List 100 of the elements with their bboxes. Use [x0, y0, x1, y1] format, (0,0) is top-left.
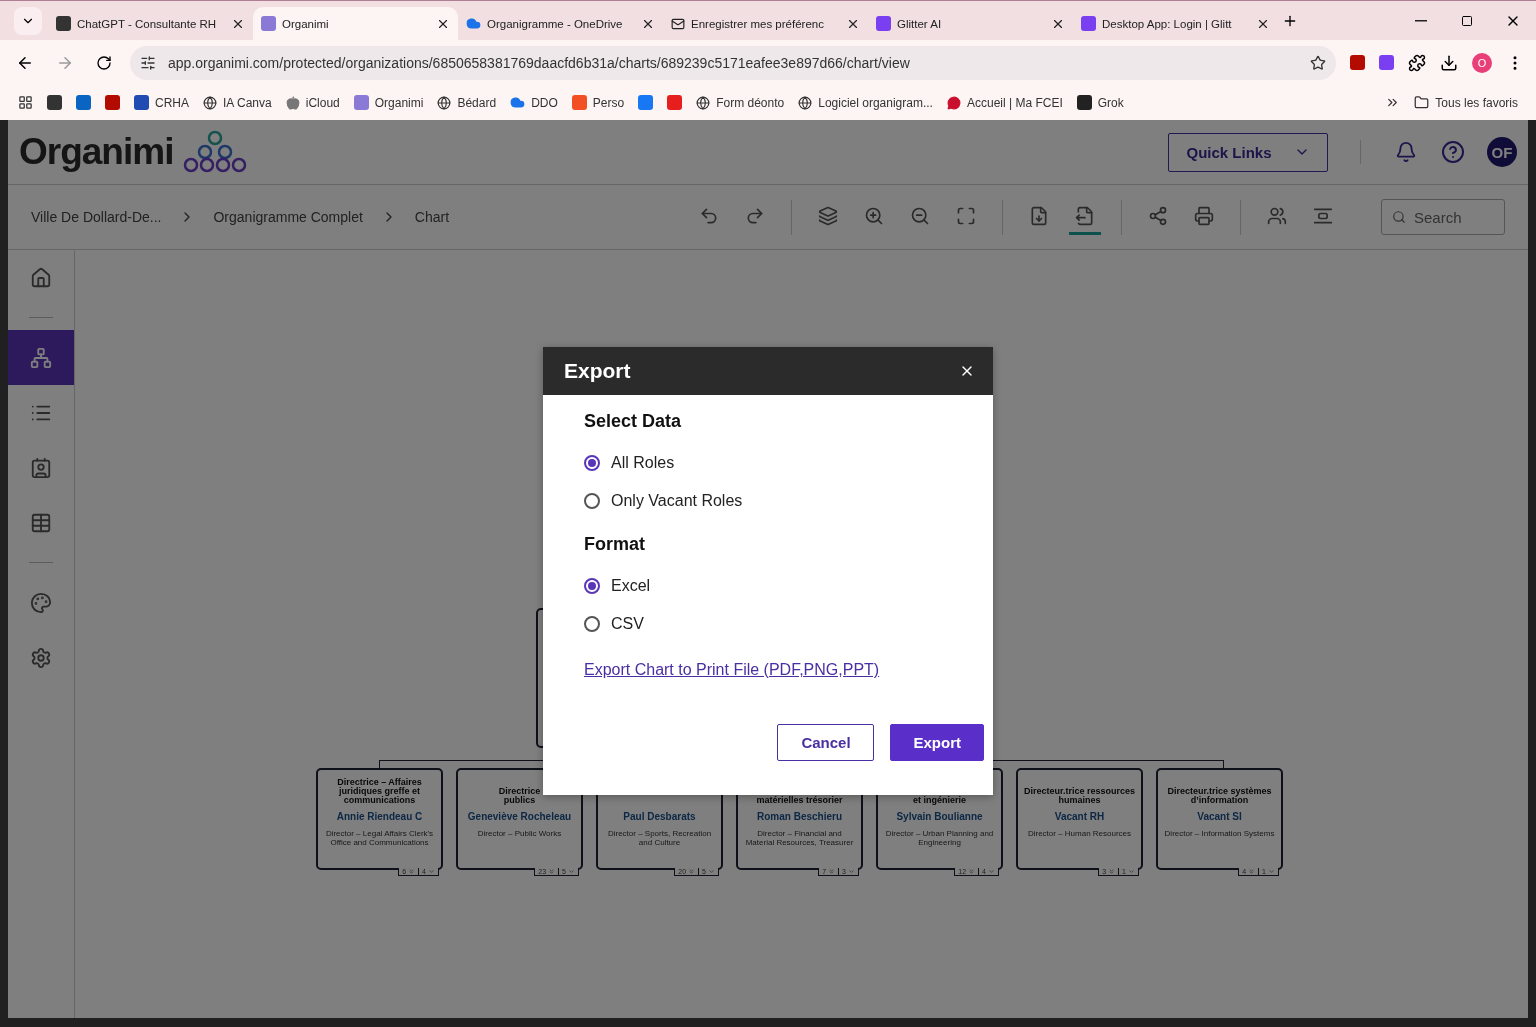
site-icon: [1081, 16, 1096, 31]
browser-tab[interactable]: Desktop App: Login | Glitt: [1073, 6, 1278, 41]
radio-label[interactable]: CSV: [611, 615, 644, 633]
chart-node[interactable]: Directrice – Affaires juridiques greffe et communications Annie Riendeau C Director – Legal Affairs Clerk's Office and Communications: [316, 768, 443, 870]
breadcrumb-link[interactable]: Ville De Dollard-De...: [31, 209, 162, 225]
chevron-icon: [848, 868, 855, 875]
site-settings-icon[interactable]: [140, 54, 156, 71]
globe-icon: [437, 95, 452, 110]
minimize-icon: [1415, 19, 1427, 22]
export-button[interactable]: Export: [890, 724, 984, 761]
profile-avatar[interactable]: O: [1472, 52, 1492, 73]
file-export-icon: [1075, 205, 1095, 226]
bookmark[interactable]: Organimi: [374, 95, 424, 110]
user-avatar[interactable]: OF: [1487, 137, 1517, 167]
double-chevron-icon: [548, 868, 556, 875]
chevron-icon: [428, 868, 435, 875]
tab-title: Desktop App: Login | Glitt: [1102, 17, 1233, 30]
bookmark[interactable]: Perso: [592, 95, 625, 110]
share-icon: [1148, 205, 1168, 226]
reload-icon: [96, 54, 112, 71]
tab-title: Glitter AI: [897, 17, 943, 30]
double-chevron-icon: [828, 868, 836, 875]
breadcrumb-link[interactable]: Chart: [414, 209, 450, 225]
bookmark[interactable]: Accueil | Ma FCEI: [966, 95, 1063, 110]
double-chevron-icon: [968, 868, 976, 875]
bookmark[interactable]: CRHA: [155, 95, 189, 110]
search-field[interactable]: Search: [1381, 199, 1505, 235]
chat-bubble-icon: [946, 95, 961, 110]
bookmark[interactable]: Grok: [1097, 95, 1124, 110]
node-role: Director – Information Systems: [1164, 829, 1275, 838]
chart-node[interactable]: Directrice publics Geneviève Rocheleau Director – Public Works: [456, 768, 583, 870]
bookmark[interactable]: iCloud: [305, 95, 340, 110]
browser-tab[interactable]: Enregistrer mes préférenc: [663, 6, 868, 41]
site-icon: [353, 95, 369, 110]
site-icon: [261, 16, 276, 31]
tab-title: Organimi: [282, 17, 330, 30]
node-name: Geneviève Rocheleau: [467, 811, 572, 822]
node-title: Directeur.trice systèmes d’information: [1166, 785, 1273, 805]
cancel-button[interactable]: Cancel: [777, 724, 875, 761]
org-chart-button[interactable]: [8, 330, 74, 385]
radio-button[interactable]: [584, 455, 600, 471]
node-name: Roman Beschieru: [757, 811, 842, 822]
breadcrumb-link[interactable]: Organigramme Complet: [213, 209, 363, 225]
contact-card-icon: [30, 456, 52, 479]
radio-label[interactable]: All Roles: [611, 454, 675, 472]
node-name: Paul Desbarats: [623, 811, 696, 822]
node-role: Director – Sports, Recreation and Culture: [606, 829, 713, 847]
browser-tab[interactable]: Glitter AI: [868, 6, 1073, 41]
printer-icon: [1194, 205, 1214, 226]
people-icon: [1267, 205, 1287, 226]
chevron-icon: [1128, 868, 1135, 875]
node-role: Director – Legal Affairs Clerk's Office and Communications: [324, 829, 435, 847]
zoom-in-icon: [864, 205, 884, 226]
radio-button[interactable]: [584, 616, 600, 632]
layers-icon: [818, 205, 838, 226]
radio-label[interactable]: Excel: [611, 577, 651, 595]
bookmark[interactable]: Bédard: [457, 95, 497, 110]
bookmark[interactable]: IA Canva: [223, 95, 272, 110]
globe-icon: [203, 95, 217, 110]
radio-button[interactable]: [584, 578, 600, 594]
node-title: Directrice – Affaires juridiques greffe et communications: [336, 776, 423, 805]
node-role: Director – Human Resources: [1027, 829, 1132, 838]
app-logo: Organimi: [19, 131, 174, 173]
chevron-icon: [1268, 868, 1275, 875]
extensions-icon[interactable]: [1408, 53, 1426, 72]
node-title: Directrice publics: [498, 785, 541, 805]
undo-icon: [699, 205, 719, 226]
logo-icon: [183, 130, 248, 174]
export-print-link[interactable]: Export Chart to Print File (PDF,PNG,PPT): [584, 661, 880, 679]
quick-links-button[interactable]: Quick Links: [1168, 132, 1328, 172]
cloud-icon: [510, 95, 526, 110]
tab-title: ChatGPT - Consultante RH: [77, 17, 218, 30]
all-bookmarks[interactable]: Tous les favoris: [1435, 95, 1518, 110]
bookmark[interactable]: Form déonto: [716, 95, 785, 110]
chart-node[interactable]: Directeur.trice systèmes d’information Vacant SI Director – Information Systems: [1156, 768, 1283, 870]
radio-button[interactable]: [584, 493, 600, 509]
site-icon: [1076, 95, 1092, 110]
bookmark-star-icon[interactable]: [1310, 54, 1326, 71]
apps-icon[interactable]: [18, 95, 33, 110]
chevron-icon: [708, 868, 715, 875]
bookmark[interactable]: Logiciel organigram...: [818, 95, 933, 110]
chart-node[interactable]: Directeur.trice ressources humaines Vacant RH Director – Human Resources: [1016, 768, 1143, 870]
browser-tab[interactable]: Organigramme - OneDrive: [458, 6, 663, 41]
org-chart-icon: [30, 346, 52, 369]
browser-tab[interactable]: Organimi: [253, 6, 458, 41]
fit-screen-icon: [956, 205, 976, 226]
node-name: Annie Riendeau C: [336, 811, 423, 822]
radio-label[interactable]: Only Vacant Roles: [611, 492, 743, 510]
globe-icon: [798, 95, 813, 110]
site-icon: [638, 95, 654, 110]
download-icon[interactable]: [1440, 53, 1458, 72]
address-bar[interactable]: app.organimi.com/protected/organizations/6850658381769daacfd6b31a/charts/689239c5171eafee3e897d66/chart/view: [130, 45, 1336, 80]
maximize-icon: [1461, 14, 1473, 27]
cloud-icon: [466, 16, 481, 31]
browser-tab[interactable]: ChatGPT - Consultante RH: [48, 6, 253, 41]
site-icon: [134, 95, 149, 110]
node-title: matérielles trésorier: [756, 794, 843, 805]
section-heading: Select Data: [584, 411, 683, 432]
bookmark[interactable]: DDO: [531, 95, 558, 110]
chevron-icon: [988, 868, 995, 875]
